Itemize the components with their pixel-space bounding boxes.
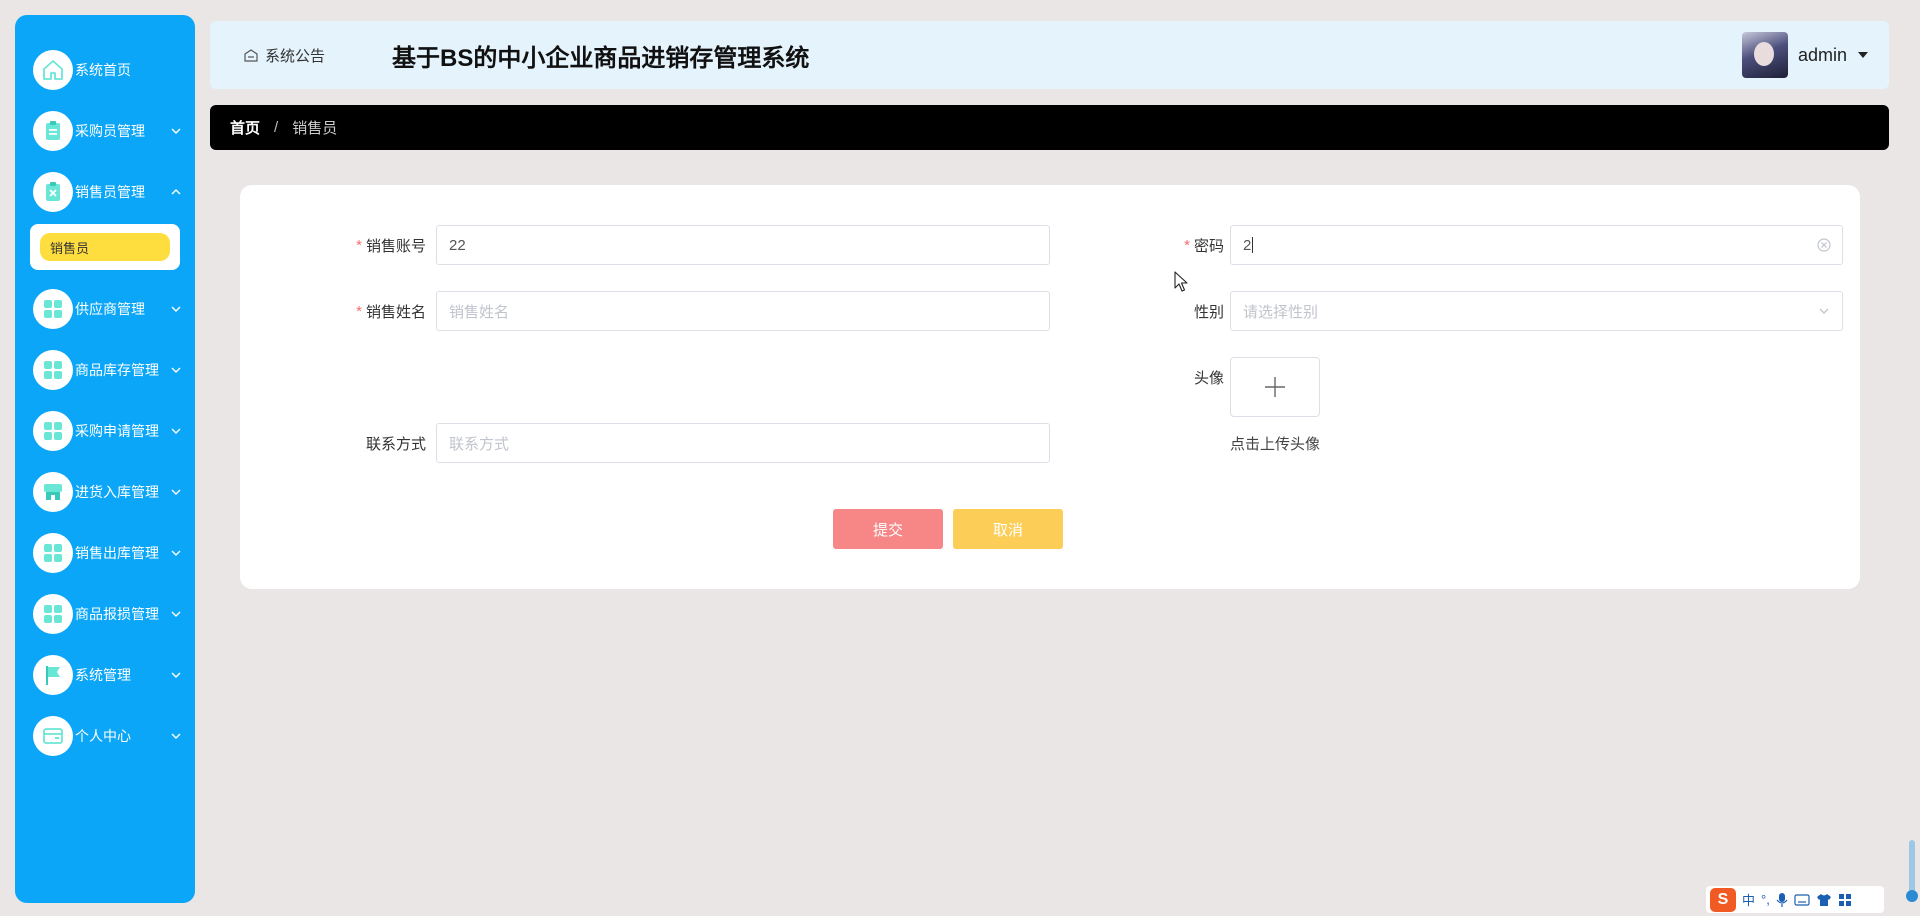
avatar-upload-tip: 点击上传头像 <box>1230 436 1321 453</box>
plus-icon <box>1265 377 1285 397</box>
grid-icon <box>33 593 73 634</box>
home-icon <box>33 49 73 90</box>
breadcrumb-separator: / <box>274 119 279 136</box>
notice-label: 系统公告 <box>265 47 326 65</box>
sidebar-item-supplier-management[interactable]: 供应商管理 <box>15 278 195 339</box>
chevron-up-icon <box>171 188 181 194</box>
required-mark: * <box>1184 236 1190 254</box>
chevron-down-icon <box>171 128 181 134</box>
sidebar-item-label: 供应商管理 <box>75 300 145 317</box>
chevron-down-icon <box>171 428 181 434</box>
sidebar: 系统首页 采购员管理 销售员管理 销售员 供应商管理 商品库存管理 采购申请管理… <box>15 15 195 903</box>
password-input[interactable]: 2 <box>1230 225 1843 265</box>
ime-toolbar[interactable]: S 中 °, <box>1706 886 1884 913</box>
account-label: * 销售账号 <box>356 236 426 255</box>
sidebar-item-seller-management[interactable]: 销售员管理 <box>15 161 195 222</box>
submenu-item-seller[interactable]: 销售员 <box>40 233 170 261</box>
keyboard-icon[interactable] <box>1794 893 1810 906</box>
clipboard-x-icon <box>33 171 73 212</box>
avatar-label: 头像 <box>1193 369 1224 387</box>
page-title: 基于BS的中小企业商品进销存管理系统 <box>392 44 810 72</box>
chevron-down-icon <box>171 550 181 556</box>
grid-icon <box>33 288 73 329</box>
sidebar-item-label: 系统管理 <box>75 666 131 683</box>
system-notice-link[interactable]: 系统公告 <box>243 21 325 89</box>
chevron-down-icon <box>171 367 181 373</box>
sidebar-item-label: 销售出库管理 <box>75 544 159 561</box>
submenu-seller: 销售员 <box>30 224 180 270</box>
chevron-down-icon <box>171 672 181 678</box>
breadcrumb-current: 销售员 <box>292 120 338 137</box>
chevron-down-icon <box>171 306 181 312</box>
cancel-button[interactable]: 取消 <box>953 509 1063 549</box>
sidebar-item-home[interactable]: 系统首页 <box>15 39 195 100</box>
microphone-icon[interactable] <box>1776 892 1788 908</box>
top-header: 系统公告 基于BS的中小企业商品进销存管理系统 admin <box>210 21 1889 89</box>
skin-shirt-icon[interactable] <box>1816 893 1832 907</box>
ime-logo-icon: S <box>1710 887 1736 912</box>
flag-icon <box>33 654 73 695</box>
required-mark: * <box>356 236 362 254</box>
breadcrumb: 首页 / 销售员 <box>210 105 1889 150</box>
required-mark: * <box>356 302 362 320</box>
chevron-down-icon <box>1819 308 1829 314</box>
gender-select[interactable]: 请选择性别 <box>1230 291 1843 331</box>
sidebar-item-stock-out-management[interactable]: 销售出库管理 <box>15 522 195 583</box>
sidebar-item-inventory-management[interactable]: 商品库存管理 <box>15 339 195 400</box>
sidebar-item-stock-in-management[interactable]: 进货入库管理 <box>15 461 195 522</box>
chevron-down-icon <box>171 611 181 617</box>
caret-down-icon <box>1858 52 1868 58</box>
clipboard-icon <box>33 110 73 151</box>
sidebar-item-purchaser-management[interactable]: 采购员管理 <box>15 100 195 161</box>
grid-icon <box>33 349 73 390</box>
ime-punct-label[interactable]: °, <box>1761 892 1770 907</box>
ime-mode-label[interactable]: 中 <box>1742 890 1755 909</box>
sidebar-item-personal-center[interactable]: 个人中心 <box>15 705 195 766</box>
toolbox-grid-icon[interactable] <box>1838 893 1852 907</box>
clear-icon[interactable] <box>1816 237 1832 253</box>
grid-icon <box>33 410 73 451</box>
sidebar-item-label: 销售员管理 <box>75 183 145 200</box>
contact-input[interactable]: 联系方式 <box>436 423 1050 463</box>
password-label: * 密码 <box>1184 236 1224 255</box>
sidebar-item-label: 进货入库管理 <box>75 483 159 500</box>
name-label: * 销售姓名 <box>356 302 426 321</box>
sidebar-item-label: 商品库存管理 <box>75 361 159 378</box>
name-input[interactable]: 销售姓名 <box>436 291 1050 331</box>
wallet-icon <box>33 715 73 756</box>
store-icon <box>33 471 73 512</box>
sidebar-item-system-management[interactable]: 系统管理 <box>15 644 195 705</box>
avatar-upload-button[interactable] <box>1230 357 1320 417</box>
username: admin <box>1797 44 1847 65</box>
avatar <box>1741 32 1788 78</box>
text-caret <box>1252 237 1254 253</box>
sidebar-item-label: 商品报损管理 <box>75 605 159 622</box>
grid-icon <box>33 532 73 573</box>
sidebar-item-purchase-request-management[interactable]: 采购申请管理 <box>15 400 195 461</box>
sidebar-item-loss-report-management[interactable]: 商品报损管理 <box>15 583 195 644</box>
scroll-indicator[interactable] <box>1906 840 1918 902</box>
sidebar-item-label: 采购员管理 <box>75 122 145 139</box>
sidebar-item-label: 采购申请管理 <box>75 422 159 439</box>
gender-label: 性别 <box>1193 303 1224 321</box>
contact-label: 联系方式 <box>365 435 426 453</box>
account-input[interactable]: 22 <box>436 225 1050 265</box>
seller-form-card: * 销售账号 22 * 密码 2 * 销售姓名 销售姓名 性别 请选择性别 头像… <box>240 185 1860 589</box>
user-menu[interactable]: admin <box>1741 21 1869 89</box>
mouse-cursor-icon <box>1174 271 1188 292</box>
submit-button[interactable]: 提交 <box>833 509 943 549</box>
chevron-down-icon <box>171 489 181 495</box>
breadcrumb-home[interactable]: 首页 <box>230 117 260 138</box>
chevron-down-icon <box>171 733 181 739</box>
sidebar-item-label: 系统首页 <box>75 61 131 78</box>
sidebar-item-label: 个人中心 <box>75 727 131 744</box>
notice-icon <box>244 49 258 62</box>
